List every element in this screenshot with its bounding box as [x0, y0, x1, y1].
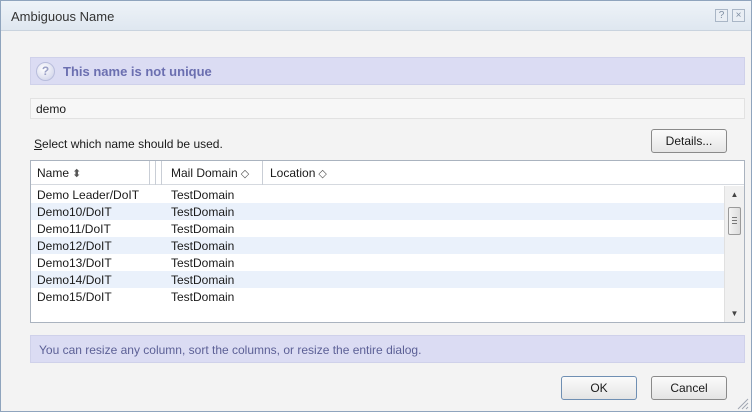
table-row[interactable]: Demo13/DoIT TestDomain	[31, 254, 724, 271]
hint-text: You can resize any column, sort the colu…	[39, 343, 422, 357]
hint-banner: You can resize any column, sort the colu…	[30, 335, 745, 363]
resize-grip-icon[interactable]	[735, 396, 749, 410]
vertical-scrollbar[interactable]: ▲ ▼	[724, 186, 744, 322]
table-row[interactable]: Demo12/DoIT TestDomain	[31, 237, 724, 254]
sort-diamond-icon: ◇	[318, 168, 327, 180]
close-icon: ×	[735, 10, 742, 21]
row-mail-domain: TestDomain	[171, 290, 235, 304]
close-button[interactable]: ×	[732, 9, 745, 22]
details-button[interactable]: Details...	[651, 129, 727, 153]
ok-button[interactable]: OK	[561, 376, 637, 400]
names-table[interactable]: Name ⬍ Mail Domain ◇ Location ◇ Demo Leader…	[30, 160, 745, 323]
cancel-button[interactable]: Cancel	[651, 376, 727, 400]
row-mail-domain: TestDomain	[171, 188, 235, 202]
row-name: Demo14/DoIT	[37, 273, 112, 287]
name-value: demo	[36, 102, 67, 116]
ambiguous-name-dialog: Ambiguous Name ? × ? This name is not un…	[0, 0, 752, 412]
ambiguous-name-field: demo	[30, 98, 745, 119]
row-mail-domain: TestDomain	[171, 239, 235, 253]
scroll-down-arrow-icon[interactable]: ▼	[725, 305, 744, 322]
select-prompt: Select which name should be used.	[34, 137, 223, 151]
column-header-location[interactable]: Location ◇	[264, 161, 384, 185]
column-header-mail-domain[interactable]: Mail Domain ◇	[165, 161, 261, 185]
column-divider[interactable]	[155, 161, 156, 185]
column-header-name[interactable]: Name ⬍	[31, 161, 149, 185]
grip-icon	[732, 217, 737, 224]
table-row[interactable]: Demo11/DoIT TestDomain	[31, 220, 724, 237]
row-name: Demo Leader/DoIT	[37, 188, 140, 202]
table-row[interactable]: Demo15/DoIT TestDomain	[31, 288, 724, 305]
info-banner: ? This name is not unique	[30, 57, 745, 85]
sort-arrows-icon: ⬍	[72, 168, 82, 180]
title-bar[interactable]: Ambiguous Name ? ×	[1, 1, 751, 31]
row-mail-domain: TestDomain	[171, 256, 235, 270]
question-mark-icon: ?	[36, 62, 55, 81]
row-name: Demo10/DoIT	[37, 205, 112, 219]
help-button[interactable]: ?	[715, 9, 728, 22]
table-row[interactable]: Demo10/DoIT TestDomain	[31, 203, 724, 220]
row-name: Demo13/DoIT	[37, 256, 112, 270]
column-divider[interactable]	[262, 161, 263, 185]
column-label-mail-domain: Mail Domain	[171, 166, 238, 180]
column-label-location: Location	[270, 166, 316, 180]
window-title: Ambiguous Name	[11, 9, 115, 24]
column-divider[interactable]	[161, 161, 162, 185]
row-name: Demo11/DoIT	[37, 222, 111, 236]
table-body: Demo Leader/DoIT TestDomain Demo10/DoIT …	[31, 186, 724, 305]
select-prompt-text: elect which name should be used.	[42, 137, 223, 151]
table-row[interactable]: Demo14/DoIT TestDomain	[31, 271, 724, 288]
row-name: Demo12/DoIT	[37, 239, 112, 253]
row-mail-domain: TestDomain	[171, 205, 235, 219]
select-prompt-accel: S	[34, 137, 43, 151]
row-mail-domain: TestDomain	[171, 273, 235, 287]
row-mail-domain: TestDomain	[171, 222, 235, 236]
help-icon: ?	[718, 10, 725, 21]
column-label-name: Name	[37, 166, 70, 180]
column-divider[interactable]	[149, 161, 150, 185]
row-name: Demo15/DoIT	[37, 290, 112, 304]
not-unique-message: This name is not unique	[63, 64, 212, 79]
scroll-up-arrow-icon[interactable]: ▲	[725, 186, 744, 203]
scrollbar-thumb[interactable]	[728, 207, 741, 235]
sort-diamond-icon: ◇	[240, 168, 250, 180]
table-header: Name ⬍ Mail Domain ◇ Location ◇	[31, 161, 744, 185]
table-row[interactable]: Demo Leader/DoIT TestDomain	[31, 186, 724, 203]
